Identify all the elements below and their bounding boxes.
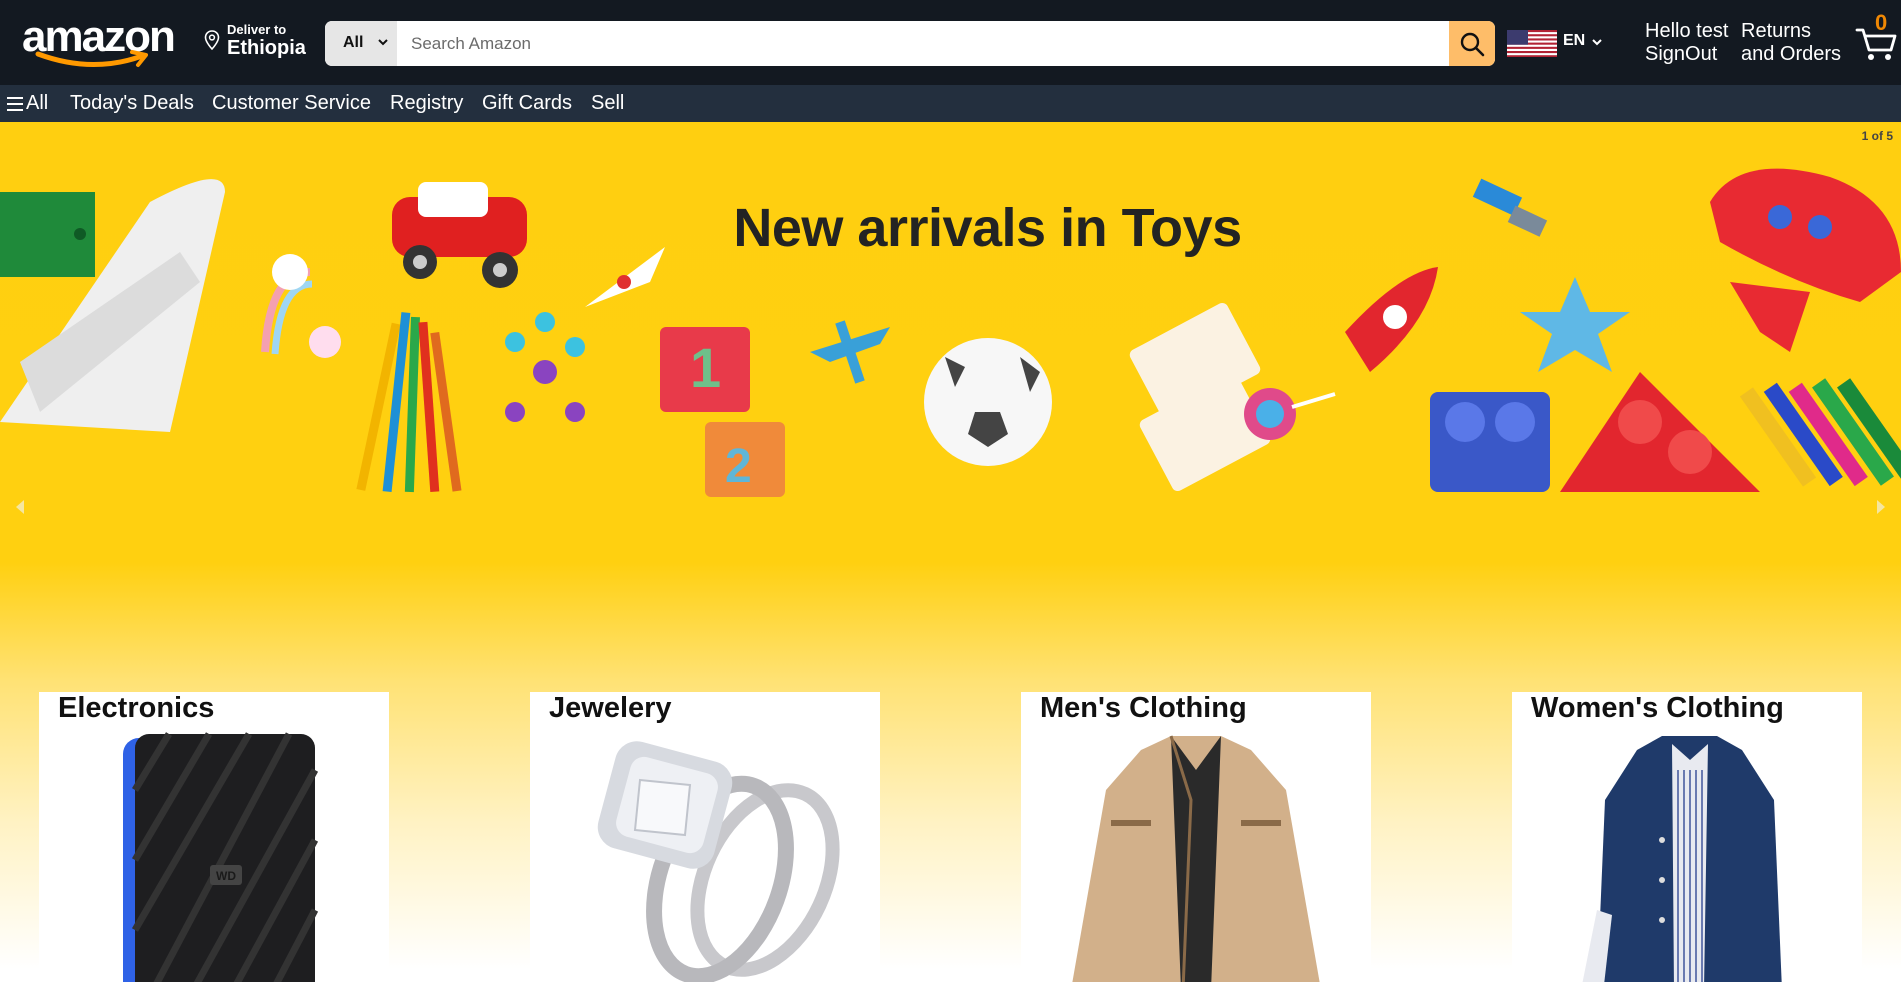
category-card-jewelery[interactable]: Jewelery [530,692,880,982]
chevron-down-icon [378,39,388,46]
returns-line1: Returns [1741,20,1812,42]
account-menu[interactable]: Hello test SignOut [1645,20,1728,66]
search-icon [1460,32,1485,57]
svg-text:WD: WD [216,869,236,883]
carousel-counter: 1 of 5 [1861,129,1893,143]
svg-text:1: 1 [690,336,721,399]
nav-todays-deals[interactable]: Today's Deals [70,92,194,115]
carousel-prev-icon[interactable] [10,492,30,522]
hard-drive-image: WD [123,732,319,982]
diamond-ring-image [597,741,840,982]
hamburger-menu-icon[interactable] [7,97,23,111]
search-button[interactable] [1449,21,1495,66]
chevron-down-icon [1592,39,1602,46]
category-card-mens-clothing[interactable]: Men's Clothing [1021,692,1371,982]
nav-all[interactable]: All [26,92,48,115]
nav-registry[interactable]: Registry [390,92,463,115]
nav-customer-service[interactable]: Customer Service [212,92,371,115]
cart-button[interactable]: 0 [1855,10,1899,64]
nav-sell[interactable]: Sell [591,92,624,115]
language-code: EN [1563,32,1586,49]
category-title: Women's Clothing [1531,692,1784,724]
carousel-next-icon[interactable] [1871,492,1891,522]
returns-line2: and Orders [1741,43,1842,65]
mens-jacket-image [1072,735,1320,982]
deliver-label: Deliver to [227,22,287,37]
search-bar: All [325,21,1495,66]
deliver-location: Ethiopia [227,37,306,59]
womens-coat-image [1582,736,1782,982]
us-flag-icon [1507,30,1557,57]
signout-link[interactable]: SignOut [1645,43,1728,66]
nav-strip: All Today's Deals Customer Service Regis… [0,85,1901,122]
category-title: Men's Clothing [1040,692,1247,724]
cart-icon [1855,28,1897,60]
category-title: Jewelery [549,692,672,724]
category-card-electronics[interactable]: Electronics WD [39,692,389,982]
svg-text:2: 2 [725,440,752,493]
smile-arrow-icon [35,50,148,68]
search-input[interactable] [397,21,1449,66]
location-pin-icon [204,30,220,50]
toys-banner-image: 1 2 [0,168,1901,497]
search-category-label: All [343,34,364,51]
search-category-select[interactable]: All [325,21,397,66]
account-greeting: Hello test [1645,20,1729,42]
amazon-logo[interactable]: amazon [22,10,184,68]
hero-title: New arrivals in Toys [733,198,1242,258]
nav-gift-cards[interactable]: Gift Cards [482,92,572,115]
category-title: Electronics [58,692,215,724]
top-header: amazon Deliver to Ethiopia All Search Am… [0,0,1901,85]
returns-and-orders[interactable]: Returns and Orders [1741,20,1841,66]
category-card-womens-clothing[interactable]: Women's Clothing [1512,692,1862,982]
